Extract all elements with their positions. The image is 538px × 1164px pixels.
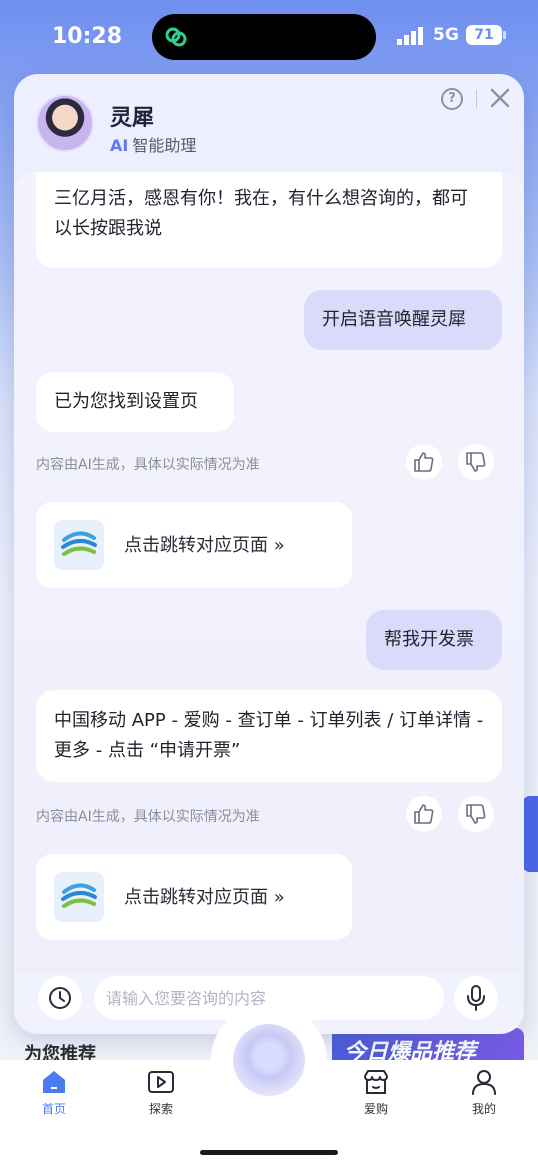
thumbs-down-icon — [466, 452, 486, 472]
china-mobile-logo-icon — [54, 872, 104, 922]
home-icon — [43, 1071, 65, 1093]
clock-icon — [49, 987, 71, 1009]
battery-cap — [503, 31, 506, 39]
side-floating-tab[interactable] — [522, 796, 538, 872]
thumbs-down-button[interactable] — [458, 796, 494, 832]
video-play-icon — [148, 1071, 174, 1093]
ai-disclaimer: 内容由AI生成，具体以实际情况为准 — [36, 457, 260, 473]
assistant-orb-icon — [233, 1024, 305, 1096]
assistant-subtitle: AI 智能助理 — [110, 132, 196, 156]
microphone-icon — [467, 985, 485, 1011]
tab-shop-label: 爱购 — [363, 1102, 388, 1116]
assistant-avatar — [36, 94, 94, 152]
jump-link-card[interactable]: 点击跳转对应页面 » — [36, 502, 352, 588]
history-button[interactable] — [38, 976, 82, 1020]
user-message: 开启语音唤醒灵犀 — [304, 290, 502, 350]
assistant-subtitle-text: 智能助理 — [132, 136, 197, 155]
tab-explore[interactable]: 探索 — [131, 1068, 191, 1124]
voice-assistant-center-button[interactable] — [211, 1004, 327, 1116]
tab-mine[interactable]: 我的 — [454, 1068, 514, 1124]
close-icon[interactable] — [488, 86, 512, 110]
thumbs-up-button[interactable] — [406, 796, 442, 832]
ai-disclaimer: 内容由AI生成，具体以实际情况为准 — [36, 809, 260, 825]
tab-explore-label: 探索 — [148, 1102, 173, 1116]
help-icon[interactable]: ? — [441, 88, 463, 110]
tab-shop[interactable]: 爱购 — [346, 1068, 406, 1124]
thumbs-down-button[interactable] — [458, 444, 494, 480]
link-chain-icon — [165, 27, 187, 47]
battery-icon: 71 — [466, 25, 502, 45]
china-mobile-logo-icon — [54, 520, 104, 570]
header-divider — [476, 90, 477, 108]
jump-link-card[interactable]: 点击跳转对应页面 » — [36, 854, 352, 940]
bot-message: 三亿月活，感恩有你！我在，有什么想咨询的，都可以长按跟我说 — [36, 172, 502, 268]
user-message: 帮我开发票 — [366, 610, 502, 670]
thumbs-up-icon — [414, 804, 434, 824]
dynamic-island — [152, 14, 376, 60]
chat-scroll-area[interactable]: 三亿月活，感恩有你！我在，有什么想咨询的，都可以长按跟我说 开启语音唤醒灵犀 已… — [14, 172, 524, 974]
tab-home-label: 首页 — [41, 1102, 66, 1116]
tab-mine-label: 我的 — [471, 1102, 496, 1116]
assistant-panel: 灵犀 AI 智能助理 ? 三亿月活，感恩有你！我在，有什么想咨询的，都可以长按跟我… — [14, 74, 524, 1034]
status-bar: 10:28 5G 71 — [0, 0, 538, 72]
assistant-name: 灵犀 — [110, 106, 155, 131]
thumbs-up-button[interactable] — [406, 444, 442, 480]
ai-badge: AI — [110, 136, 129, 155]
tab-home[interactable]: 首页 — [24, 1068, 84, 1124]
thumbs-down-icon — [466, 804, 486, 824]
bot-message: 中国移动 APP - 爱购 - 查订单 - 订单列表 / 订单详情 - 更多 -… — [36, 690, 502, 782]
jump-link-label: 点击跳转对应页面 » — [124, 535, 285, 556]
bot-message: 已为您找到设置页 — [36, 372, 234, 432]
panel-header: 灵犀 AI 智能助理 ? — [14, 74, 524, 174]
user-icon — [472, 1070, 496, 1095]
thumbs-up-icon — [414, 452, 434, 472]
store-icon — [364, 1070, 388, 1094]
jump-link-label: 点击跳转对应页面 » — [124, 887, 285, 908]
home-indicator — [200, 1150, 338, 1155]
voice-input-button[interactable] — [454, 976, 498, 1020]
status-time: 10:28 — [52, 24, 123, 49]
signal-icon — [397, 27, 423, 45]
network-type: 5G — [433, 25, 459, 45]
